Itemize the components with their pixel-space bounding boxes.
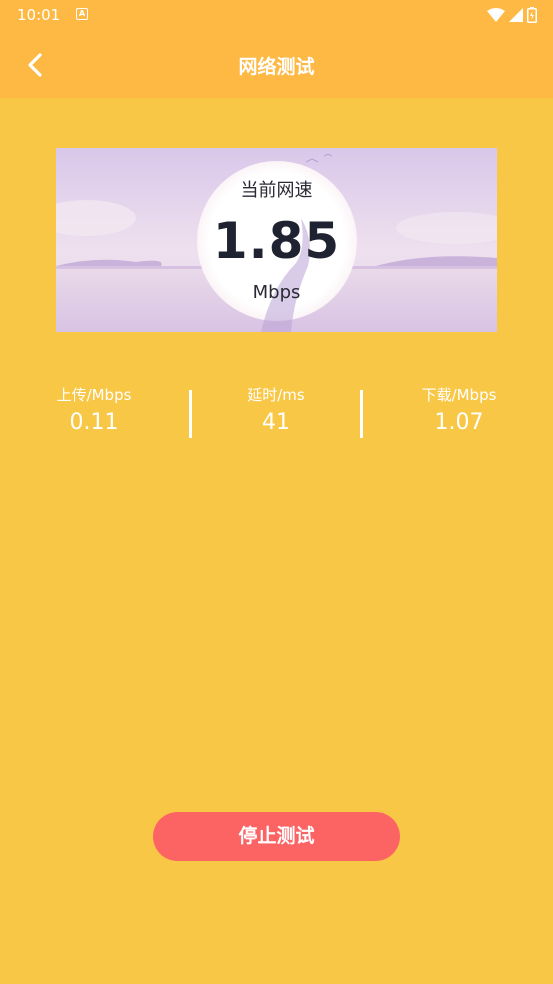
upload-label: 上传/Mbps: [56, 386, 132, 404]
app-bar: 网络测试: [0, 32, 553, 98]
status-bar: 10:01 A: [0, 0, 553, 32]
page-title: 网络测试: [238, 56, 315, 78]
stats-row: 上传/Mbps 0.11 延时/ms 41 下载/Mbps 1.07: [0, 384, 553, 444]
latency-label: 延时/ms: [247, 386, 305, 404]
download-stat: 下载/Mbps 1.07: [384, 384, 534, 438]
current-speed-label: 当前网速: [240, 180, 313, 201]
notification-app-icon: A: [76, 8, 88, 20]
download-label: 下载/Mbps: [421, 386, 497, 404]
current-speed-value: 1.85: [212, 212, 341, 270]
status-icons: [487, 6, 537, 24]
latency-stat: 延时/ms 41: [201, 384, 351, 438]
status-time: 10:01: [17, 6, 61, 24]
signal-icon: [509, 8, 523, 22]
latency-value: 41: [262, 410, 290, 435]
download-value: 1.07: [434, 410, 484, 435]
stat-divider: [360, 390, 363, 438]
upload-stat: 上传/Mbps 0.11: [19, 384, 169, 438]
stat-divider: [189, 390, 192, 438]
speed-banner: 当前网速 1.85 Mbps: [56, 148, 497, 332]
current-speed-unit: Mbps: [252, 282, 301, 303]
battery-icon: [527, 7, 537, 23]
wifi-icon: [487, 8, 505, 22]
stop-test-button[interactable]: 停止测试: [153, 812, 400, 861]
upload-value: 0.11: [69, 410, 119, 435]
